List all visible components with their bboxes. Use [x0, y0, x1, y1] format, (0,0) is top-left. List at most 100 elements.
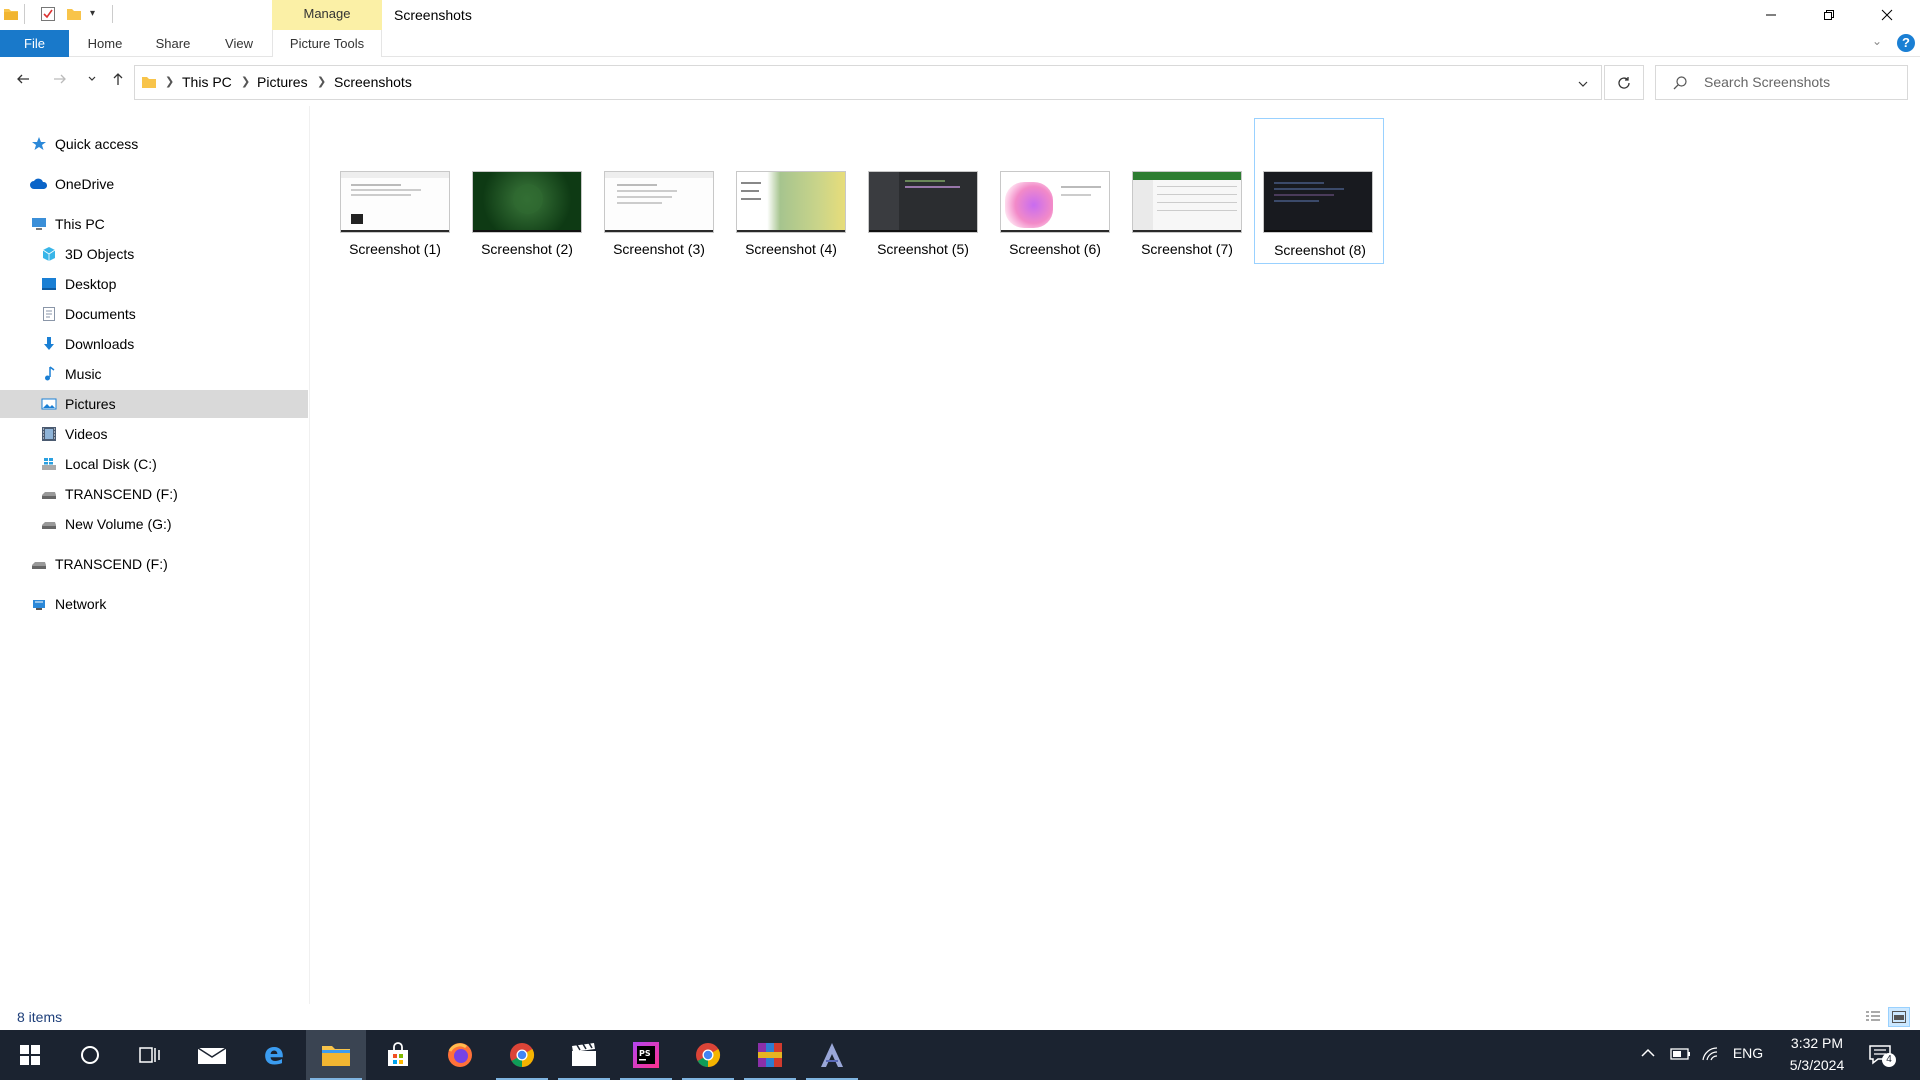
- large-icons-view-icon[interactable]: [1888, 1007, 1910, 1027]
- drive-icon: [41, 516, 57, 532]
- close-button[interactable]: [1858, 0, 1916, 30]
- up-button[interactable]: [105, 66, 131, 92]
- navigation-pane: Quick access OneDrive This PC 3D Objects…: [0, 106, 310, 1006]
- details-view-icon[interactable]: [1862, 1007, 1884, 1027]
- customize-qat-icon[interactable]: ▾: [90, 6, 106, 22]
- breadcrumb-this-pc[interactable]: This PC: [182, 66, 232, 99]
- language-indicator[interactable]: ENG: [1728, 1045, 1768, 1061]
- file-explorer-icon[interactable]: [306, 1030, 366, 1080]
- sidebar-item-onedrive[interactable]: OneDrive: [0, 170, 308, 198]
- refresh-button[interactable]: [1604, 65, 1644, 100]
- clapper-icon[interactable]: [554, 1030, 614, 1080]
- breadcrumb-screenshots[interactable]: Screenshots: [334, 66, 412, 99]
- file-item[interactable]: Screenshot (5): [858, 118, 988, 264]
- tab-file[interactable]: File: [0, 30, 69, 57]
- tab-view[interactable]: View: [214, 30, 264, 57]
- mail-icon[interactable]: [182, 1030, 242, 1080]
- start-icon[interactable]: [0, 1030, 60, 1080]
- chevron-right-icon[interactable]: ❯: [165, 66, 174, 99]
- chevron-right-icon[interactable]: ❯: [317, 66, 326, 99]
- search-circle-icon[interactable]: [60, 1030, 120, 1080]
- file-item[interactable]: Screenshot (3): [594, 118, 724, 264]
- store-icon[interactable]: [368, 1030, 428, 1080]
- address-dropdown-icon[interactable]: [1577, 77, 1589, 95]
- chrome-icon[interactable]: [492, 1030, 552, 1080]
- file-item[interactable]: Screenshot (6): [990, 118, 1120, 264]
- show-hidden-icons-icon[interactable]: [1640, 1045, 1656, 1066]
- help-icon[interactable]: ?: [1897, 34, 1915, 52]
- sidebar-item-documents[interactable]: Documents: [0, 300, 308, 328]
- clock-time[interactable]: 3:32 PM: [1772, 1035, 1862, 1051]
- sidebar-item-new-volume-g[interactable]: New Volume (G:): [0, 510, 308, 538]
- document-icon: [41, 306, 57, 322]
- chrome-icon[interactable]: [678, 1030, 738, 1080]
- breadcrumb-pictures[interactable]: Pictures: [257, 66, 308, 99]
- battery-icon[interactable]: [1670, 1046, 1692, 1067]
- file-item[interactable]: Screenshot (2): [462, 118, 592, 264]
- thumbnail: [1132, 171, 1242, 233]
- tab-share[interactable]: Share: [148, 30, 198, 57]
- phpstorm-icon[interactable]: PS: [616, 1030, 676, 1080]
- search-input[interactable]: Search Screenshots: [1655, 65, 1908, 100]
- restore-button[interactable]: [1800, 0, 1858, 30]
- drive-icon: [31, 556, 47, 572]
- file-item[interactable]: Screenshot (4): [726, 118, 856, 264]
- properties-icon[interactable]: [40, 6, 56, 22]
- sidebar-item-desktop[interactable]: Desktop: [0, 270, 308, 298]
- manage-tab-group[interactable]: Manage: [272, 0, 382, 28]
- sidebar-item-this-pc[interactable]: This PC: [0, 210, 308, 238]
- thumbnail: [1263, 171, 1373, 233]
- computer-icon: [31, 216, 47, 232]
- address-bar[interactable]: ❯ This PC ❯ Pictures ❯ Screenshots: [134, 65, 1602, 100]
- sidebar-item-pictures[interactable]: Pictures: [0, 390, 308, 418]
- separator: [24, 4, 25, 24]
- sidebar-item-transcend-f-root[interactable]: TRANSCEND (F:): [0, 550, 308, 578]
- network-icon: [31, 596, 47, 612]
- thumbnail: [340, 171, 450, 233]
- thumbnail: [1000, 171, 1110, 233]
- winrar-icon[interactable]: [740, 1030, 800, 1080]
- sidebar-item-music[interactable]: Music: [0, 360, 308, 388]
- film-icon: [41, 426, 57, 442]
- tab-home[interactable]: Home: [80, 30, 130, 57]
- separator: [112, 5, 113, 23]
- sidebar-item-quick-access[interactable]: Quick access: [0, 130, 308, 158]
- file-name: Screenshot (3): [613, 241, 705, 257]
- navigation-row: ❯ This PC ❯ Pictures ❯ Screenshots Searc…: [0, 58, 1920, 106]
- search-icon: [1672, 75, 1688, 96]
- app-a-icon[interactable]: [802, 1030, 862, 1080]
- file-name: Screenshot (5): [877, 241, 969, 257]
- back-button[interactable]: [10, 66, 36, 92]
- minimize-button[interactable]: [1742, 0, 1800, 30]
- new-folder-icon[interactable]: [66, 6, 82, 22]
- file-list: Screenshot (1) Screenshot (2) Screenshot…: [312, 106, 1920, 1006]
- chevron-right-icon[interactable]: ❯: [241, 66, 250, 99]
- cube-icon: [41, 246, 57, 262]
- tab-picture-tools[interactable]: Picture Tools: [272, 30, 382, 57]
- sidebar-item-network[interactable]: Network: [0, 590, 308, 618]
- edge-icon[interactable]: e: [244, 1030, 304, 1080]
- download-icon: [41, 336, 57, 352]
- task-view-icon[interactable]: [120, 1030, 180, 1080]
- firefox-icon[interactable]: [430, 1030, 490, 1080]
- file-item[interactable]: Screenshot (1): [330, 118, 460, 264]
- star-icon: [31, 136, 47, 152]
- sidebar-item-3d-objects[interactable]: 3D Objects: [0, 240, 308, 268]
- file-item[interactable]: Screenshot (7): [1122, 118, 1252, 264]
- recent-locations-button[interactable]: [79, 66, 105, 92]
- file-item-selected[interactable]: Screenshot (8): [1254, 118, 1384, 264]
- sidebar-item-transcend-f[interactable]: TRANSCEND (F:): [0, 480, 308, 508]
- title-bar: ▾ Manage Screenshots: [0, 0, 1920, 57]
- folder-icon: [3, 6, 19, 22]
- sidebar-item-downloads[interactable]: Downloads: [0, 330, 308, 358]
- sidebar-item-videos[interactable]: Videos: [0, 420, 308, 448]
- clock-date[interactable]: 5/3/2024: [1772, 1057, 1862, 1073]
- expand-ribbon-icon[interactable]: ⌄: [1872, 34, 1882, 48]
- forward-button[interactable]: [47, 66, 73, 92]
- ribbon-tabs: File Home Share View Picture Tools ⌄ ?: [0, 30, 1920, 57]
- wifi-icon[interactable]: [1701, 1046, 1719, 1067]
- notifications-icon[interactable]: 4: [1868, 1043, 1896, 1067]
- sidebar-item-local-disk-c[interactable]: Local Disk (C:): [0, 450, 308, 478]
- file-name: Screenshot (8): [1274, 242, 1366, 258]
- cloud-icon: [29, 176, 49, 192]
